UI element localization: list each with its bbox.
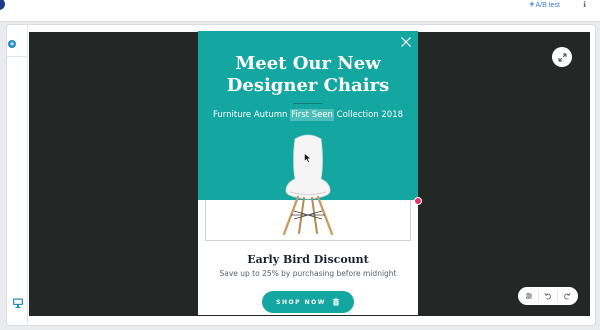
bottom-strip: [0, 326, 600, 330]
trash-icon[interactable]: [332, 298, 340, 306]
add-icon[interactable]: +: [8, 40, 16, 48]
ab-test-label: A/B test: [535, 2, 560, 9]
popup-heading[interactable]: Early Bird Discount: [198, 253, 418, 267]
undo-icon[interactable]: [544, 292, 552, 300]
redo-icon[interactable]: [563, 292, 571, 300]
info-icon[interactable]: ℹ: [583, 0, 586, 9]
top-bar: +A/B test ℹ: [0, 0, 600, 22]
ab-test-link[interactable]: +A/B test: [529, 0, 560, 10]
left-rail: [6, 24, 28, 326]
popup-text[interactable]: Save up to 25% by purchasing before midn…: [198, 269, 418, 279]
popup-preview[interactable]: Meet Our New Designer Chairs Furniture A…: [198, 31, 418, 315]
subtitle-pre: Furniture Autumn: [212, 110, 291, 120]
avatar-dot: [0, 0, 5, 10]
resize-handle[interactable]: [414, 197, 422, 205]
shop-now-label: SHOP NOW: [276, 298, 326, 306]
chair-image[interactable]: [268, 131, 348, 236]
rail-divider: [6, 56, 28, 57]
plus-icon: +: [529, 0, 535, 9]
shop-now-button[interactable]: SHOP NOW: [262, 291, 354, 313]
title-divider: [293, 103, 323, 104]
subtitle-highlight[interactable]: First Seen: [290, 109, 334, 121]
popup-subtitle[interactable]: Furniture Autumn First Seen Collection 2…: [198, 109, 418, 121]
toolbar-divider: [538, 291, 540, 301]
resize-icon: [558, 53, 566, 61]
resize-button[interactable]: [552, 47, 572, 67]
editor-toolbar: [518, 287, 578, 305]
popup-title[interactable]: Meet Our New Designer Chairs: [198, 53, 418, 97]
settings-icon[interactable]: [525, 292, 533, 300]
cursor-icon: [304, 153, 311, 163]
subtitle-post: Collection 2018: [333, 110, 404, 120]
toolbar-divider: [556, 291, 558, 301]
desktop-icon[interactable]: [12, 297, 24, 309]
close-icon[interactable]: [400, 36, 412, 48]
